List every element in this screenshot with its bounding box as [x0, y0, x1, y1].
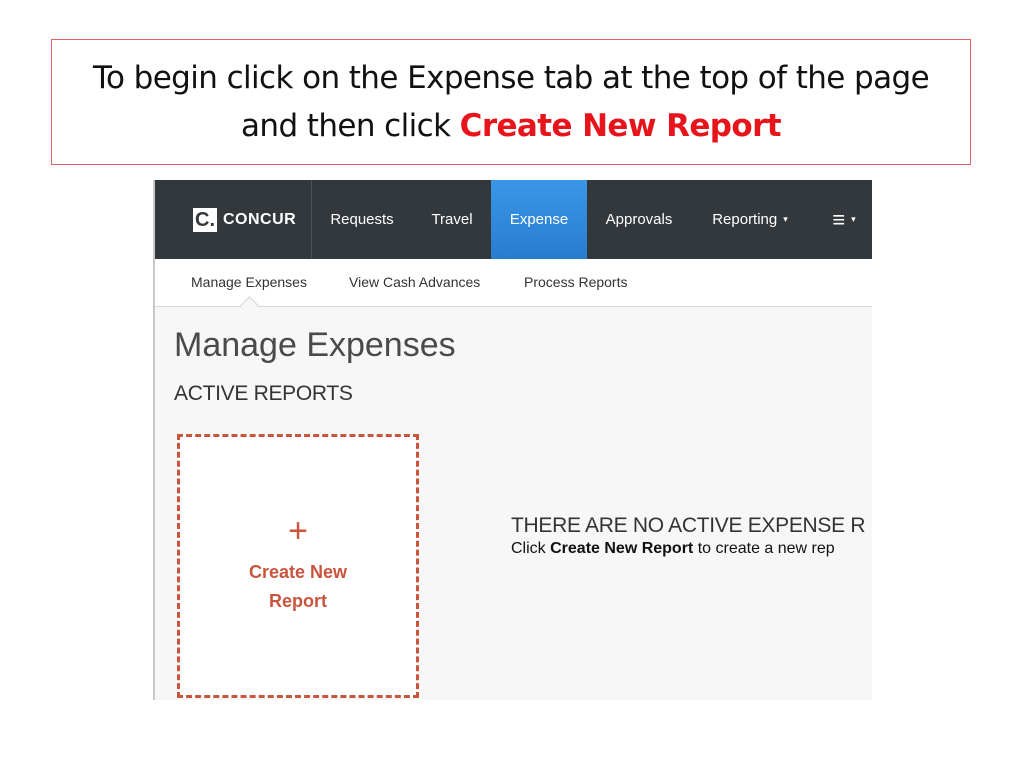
nav-tab-label: Requests	[330, 211, 394, 228]
chevron-down-icon: ▾	[783, 214, 788, 224]
create-new-report-button[interactable]: + Create New Report	[177, 434, 419, 698]
sub-navigation: Manage Expenses View Cash Advances Proce…	[155, 259, 872, 307]
concur-logo[interactable]: C. CONCUR	[193, 208, 296, 232]
nav-tab-label: Expense	[509, 211, 569, 228]
create-new-report-label: Create New Report	[248, 562, 348, 611]
empty-text-prefix: Click	[511, 540, 551, 557]
nav-divider	[311, 180, 312, 259]
nav-menu-button[interactable]: ≡ ▾	[819, 180, 869, 259]
section-title: ACTIVE REPORTS	[174, 382, 353, 405]
empty-state-text: Click Create New Report to create a new …	[511, 540, 865, 558]
instruction-line-2-prefix: and then click	[241, 108, 460, 144]
nav-tab-travel[interactable]: Travel	[417, 180, 487, 259]
empty-text-suffix: to create a new rep	[693, 540, 835, 557]
subnav-manage-expenses[interactable]: Manage Expenses	[191, 274, 307, 290]
instruction-highlight: Create New Report	[459, 108, 782, 144]
subnav-process-reports[interactable]: Process Reports	[524, 274, 627, 290]
empty-state: THERE ARE NO ACTIVE EXPENSE R Click Crea…	[511, 514, 866, 558]
chevron-down-icon: ▾	[851, 214, 856, 224]
nav-tab-expense[interactable]: Expense	[491, 180, 587, 259]
page-title: Manage Expenses	[174, 326, 456, 364]
instruction-line-2: and then click Create New Report	[241, 102, 782, 150]
nav-tab-reporting[interactable]: Reporting ▾	[695, 180, 805, 259]
instruction-callout: To begin click on the Expense tab at the…	[51, 39, 971, 165]
hamburger-menu-icon: ≡	[832, 206, 846, 232]
nav-tab-requests[interactable]: Requests	[315, 180, 409, 259]
top-navigation: C. CONCUR Requests Travel Expense Approv…	[155, 180, 872, 259]
nav-tab-label: Approvals	[605, 211, 673, 228]
instruction-line-1: To begin click on the Expense tab at the…	[92, 60, 930, 96]
concur-screenshot: C. CONCUR Requests Travel Expense Approv…	[153, 180, 872, 700]
concur-logo-text: CONCUR	[223, 211, 297, 228]
subnav-view-cash-advances[interactable]: View Cash Advances	[349, 274, 480, 290]
nav-tab-label: Reporting	[712, 211, 778, 228]
plus-icon: +	[288, 512, 308, 550]
nav-tab-approvals[interactable]: Approvals	[591, 180, 687, 259]
empty-state-heading: THERE ARE NO ACTIVE EXPENSE R	[511, 514, 866, 537]
empty-text-bold: Create New Report	[550, 540, 694, 557]
nav-tab-label: Travel	[431, 211, 473, 228]
concur-logo-icon: C.	[193, 208, 217, 232]
